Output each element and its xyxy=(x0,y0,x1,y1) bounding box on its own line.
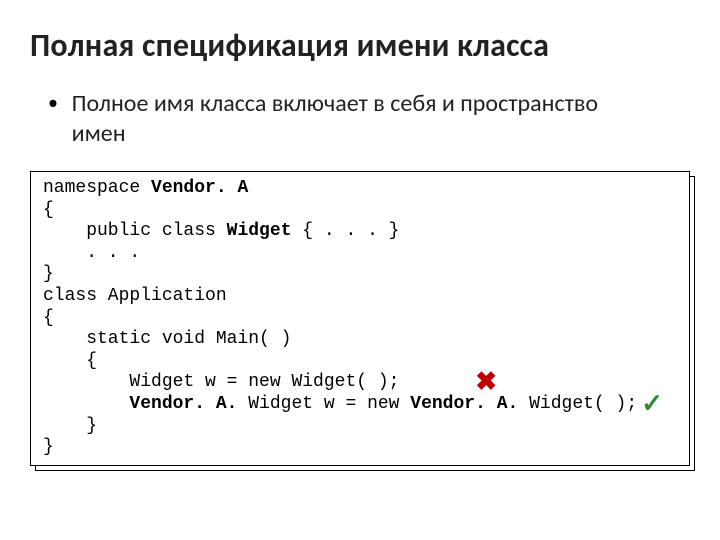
code-line: namespace Vendor. A xyxy=(43,178,677,200)
code-line: { xyxy=(43,200,677,222)
code-line: public class Widget { . . . } xyxy=(43,221,677,243)
bullet-dot: • xyxy=(48,89,58,117)
code-line: } xyxy=(43,264,677,286)
check-icon: ✓ xyxy=(641,388,663,419)
code-block: namespace Vendor. A { public class Widge… xyxy=(30,171,690,466)
bullet-item: • Полное имя класса включает в себя и пр… xyxy=(48,89,690,149)
cross-icon: ✖ xyxy=(475,366,497,397)
code-line: Widget w = new Widget( );✖ xyxy=(43,372,677,394)
code-line: } xyxy=(43,437,677,459)
code-line: } xyxy=(43,416,677,438)
code-line: { xyxy=(43,308,677,330)
code-line: Vendor. A. Widget w = new Vendor. A. Wid… xyxy=(43,394,677,416)
code-line: . . . xyxy=(43,243,677,265)
code-line: class Application xyxy=(43,286,677,308)
slide-title: Полная спецификация имени класса xyxy=(30,26,690,65)
code-line: static void Main( ) xyxy=(43,329,677,351)
code-line: { xyxy=(43,351,677,373)
bullet-text: Полное имя класса включает в себя и прос… xyxy=(72,89,632,149)
